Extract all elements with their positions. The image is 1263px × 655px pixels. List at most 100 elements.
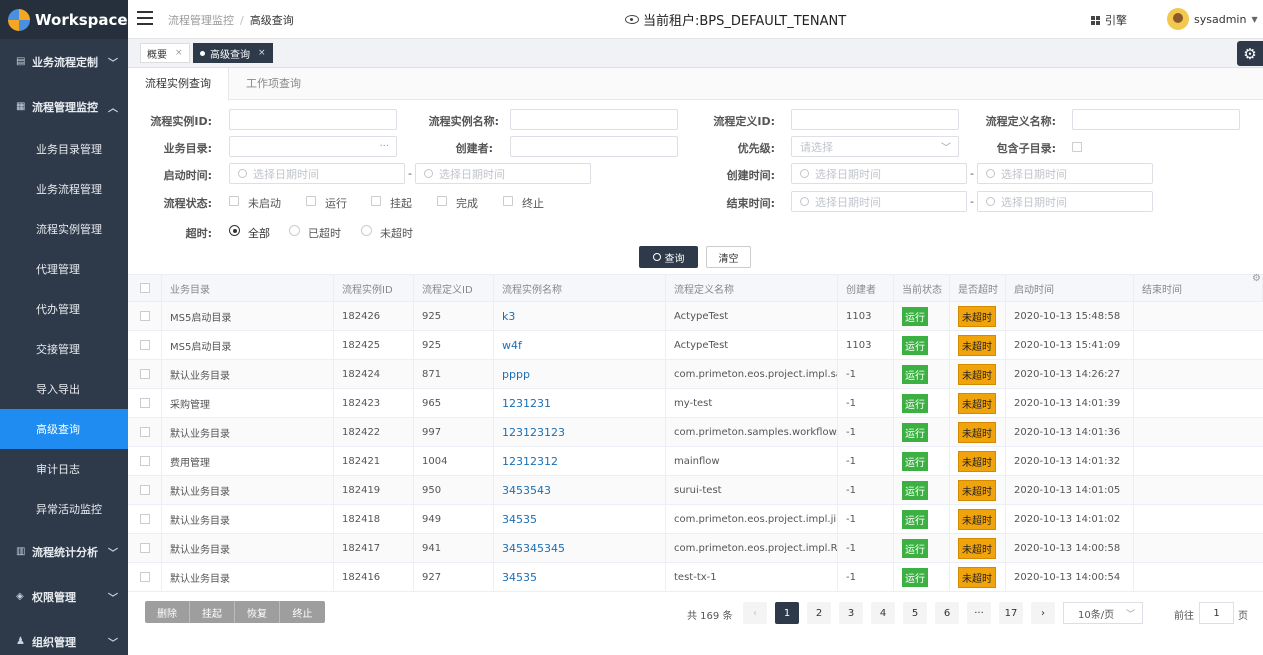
instance-name-link[interactable]: w4f bbox=[502, 339, 522, 352]
select-all-checkbox[interactable] bbox=[139, 283, 150, 293]
close-icon[interactable]: × bbox=[175, 48, 183, 58]
timeout-radio-not-overdue[interactable] bbox=[361, 225, 372, 236]
instance-name-link[interactable]: pppp bbox=[502, 368, 530, 381]
sidebar-item-8[interactable]: 审计日志 bbox=[0, 449, 128, 489]
column-header[interactable]: 创建者 bbox=[838, 275, 894, 301]
page-button[interactable]: 5 bbox=[903, 602, 927, 624]
sidebar-group-0[interactable]: ▤ 业务流程定制 ﹀ bbox=[0, 39, 128, 84]
page-tab-advanced-query[interactable]: 高级查询 × bbox=[193, 43, 273, 63]
page-size-select[interactable]: 10条/页 ﹀ bbox=[1063, 602, 1143, 624]
column-header[interactable]: 当前状态 bbox=[894, 275, 950, 301]
table-row[interactable]: 默认业务目录 182422 997 123123123 com.primeton.sam… bbox=[128, 418, 1263, 447]
goto-page-input[interactable]: 1 bbox=[1199, 602, 1234, 624]
end-time-from-input[interactable]: 选择日期时间 bbox=[791, 191, 967, 212]
row-checkbox[interactable] bbox=[139, 514, 150, 524]
start-time-to-input[interactable]: 选择日期时间 bbox=[415, 163, 591, 184]
column-header[interactable]: 流程定义ID bbox=[414, 275, 494, 301]
page-button[interactable]: 6 bbox=[935, 602, 959, 624]
sidebar-item-2[interactable]: 流程实例管理 bbox=[0, 209, 128, 249]
status-checkbox-suspended[interactable] bbox=[371, 196, 381, 206]
row-checkbox[interactable] bbox=[139, 398, 150, 408]
row-checkbox[interactable] bbox=[139, 572, 150, 582]
table-row[interactable]: MS5启动目录 182426 925 k3 ActypeTest 1103 运行 未超时 202… bbox=[128, 302, 1263, 331]
row-checkbox[interactable] bbox=[139, 369, 150, 379]
suspend-button[interactable]: 挂起 bbox=[190, 601, 235, 623]
row-checkbox[interactable] bbox=[139, 485, 150, 495]
next-page-button[interactable]: › bbox=[1031, 602, 1055, 624]
process-definition-name-input[interactable] bbox=[1072, 109, 1240, 130]
prev-page-button[interactable]: ‹ bbox=[743, 602, 767, 624]
process-definition-id-input[interactable] bbox=[791, 109, 959, 130]
table-row[interactable]: 默认业务目录 182416 927 34535 test-tx-1 -1 运行 未超时 2020… bbox=[128, 563, 1263, 592]
close-icon[interactable]: × bbox=[258, 48, 266, 58]
sidebar-item-3[interactable]: 代理管理 bbox=[0, 249, 128, 289]
user-menu[interactable]: sysadmin ▼ bbox=[1167, 8, 1258, 30]
timeout-radio-overdue[interactable] bbox=[289, 225, 300, 236]
page-button[interactable]: 17 bbox=[999, 602, 1023, 624]
instance-name-link[interactable]: 345345345 bbox=[502, 542, 565, 555]
row-checkbox[interactable] bbox=[139, 456, 150, 466]
page-button[interactable]: 1 bbox=[775, 602, 799, 624]
sidebar-item-7[interactable]: 高级查询 bbox=[0, 409, 128, 449]
sidebar-group-2[interactable]: ▥ 流程统计分析 ﹀ bbox=[0, 529, 128, 574]
app-logo[interactable]: Workspace bbox=[0, 0, 128, 39]
ellipsis-icon[interactable]: ··· bbox=[379, 141, 389, 152]
table-row[interactable]: 默认业务目录 182419 950 3453543 surui-test -1 运行 未超时 2… bbox=[128, 476, 1263, 505]
engine-button[interactable]: 引擎 bbox=[1091, 12, 1127, 28]
resume-button[interactable]: 恢复 bbox=[235, 601, 280, 623]
column-header[interactable]: 是否超时 bbox=[950, 275, 1006, 301]
end-time-to-input[interactable]: 选择日期时间 bbox=[977, 191, 1153, 212]
table-row[interactable]: 默认业务目录 182418 949 34535 com.primeton.eos.pro… bbox=[128, 505, 1263, 534]
create-time-from-input[interactable]: 选择日期时间 bbox=[791, 163, 967, 184]
tab-process-instance-query[interactable]: 流程实例查询 bbox=[128, 68, 229, 101]
instance-name-link[interactable]: 12312312 bbox=[502, 455, 558, 468]
business-catalog-input[interactable]: ··· bbox=[229, 136, 397, 157]
status-checkbox-running[interactable] bbox=[306, 196, 316, 206]
instance-name-link[interactable]: 123123123 bbox=[502, 426, 565, 439]
table-row[interactable]: MS5启动目录 182425 925 w4f ActypeTest 1103 运行 未超时 20… bbox=[128, 331, 1263, 360]
sidebar-group-4[interactable]: ♟ 组织管理 ﹀ bbox=[0, 619, 128, 655]
row-checkbox[interactable] bbox=[139, 311, 150, 321]
row-checkbox[interactable] bbox=[139, 543, 150, 553]
delete-button[interactable]: 删除 bbox=[145, 601, 190, 623]
process-instance-id-input[interactable] bbox=[229, 109, 397, 130]
page-button[interactable]: 2 bbox=[807, 602, 831, 624]
instance-name-link[interactable]: 34535 bbox=[502, 571, 537, 584]
row-checkbox[interactable] bbox=[139, 340, 150, 350]
table-row[interactable]: 费用管理 182421 1004 12312312 mainflow -1 运行 未超时 202… bbox=[128, 447, 1263, 476]
gear-icon[interactable]: ⚙ bbox=[1252, 273, 1261, 284]
status-checkbox-completed[interactable] bbox=[437, 196, 447, 206]
column-header[interactable]: 结束时间 bbox=[1134, 275, 1263, 301]
query-button[interactable]: 查询 bbox=[639, 246, 698, 268]
column-header[interactable]: 业务目录 bbox=[162, 275, 334, 301]
more-pages-button[interactable]: ··· bbox=[967, 602, 991, 624]
clear-button[interactable]: 清空 bbox=[706, 246, 751, 268]
start-time-from-input[interactable]: 选择日期时间 bbox=[229, 163, 405, 184]
table-row[interactable]: 默认业务目录 182424 871 pppp com.primeton.eos.proj… bbox=[128, 360, 1263, 389]
include-sub-checkbox[interactable] bbox=[1072, 142, 1082, 152]
sidebar-group-3[interactable]: ◈ 权限管理 ﹀ bbox=[0, 574, 128, 619]
sidebar-item-4[interactable]: 代办管理 bbox=[0, 289, 128, 329]
sidebar-item-0[interactable]: 业务目录管理 bbox=[0, 129, 128, 169]
creator-input[interactable] bbox=[510, 136, 678, 157]
instance-name-link[interactable]: 3453543 bbox=[502, 484, 551, 497]
column-header[interactable]: 启动时间 bbox=[1006, 275, 1134, 301]
create-time-to-input[interactable]: 选择日期时间 bbox=[977, 163, 1153, 184]
sidebar-group-1[interactable]: ▦ 流程管理监控 ︿ bbox=[0, 84, 128, 129]
instance-name-link[interactable]: k3 bbox=[502, 310, 515, 323]
status-checkbox-terminated[interactable] bbox=[503, 196, 513, 206]
timeout-radio-all[interactable] bbox=[229, 225, 240, 236]
table-row[interactable]: 默认业务目录 182417 941 345345345 com.primeton.eos… bbox=[128, 534, 1263, 563]
sidebar-item-6[interactable]: 导入导出 bbox=[0, 369, 128, 409]
gear-icon[interactable]: ⚙ bbox=[1237, 41, 1263, 66]
page-button[interactable]: 4 bbox=[871, 602, 895, 624]
page-button[interactable]: 3 bbox=[839, 602, 863, 624]
column-header[interactable]: 流程实例名称 bbox=[494, 275, 666, 301]
sidebar-item-1[interactable]: 业务流程管理 bbox=[0, 169, 128, 209]
instance-name-link[interactable]: 34535 bbox=[502, 513, 537, 526]
sidebar-item-9[interactable]: 异常活动监控 bbox=[0, 489, 128, 529]
column-header[interactable]: 流程定义名称 bbox=[666, 275, 838, 301]
terminate-button[interactable]: 终止 bbox=[280, 601, 325, 623]
column-header[interactable]: 流程实例ID bbox=[334, 275, 414, 301]
row-checkbox[interactable] bbox=[139, 427, 150, 437]
